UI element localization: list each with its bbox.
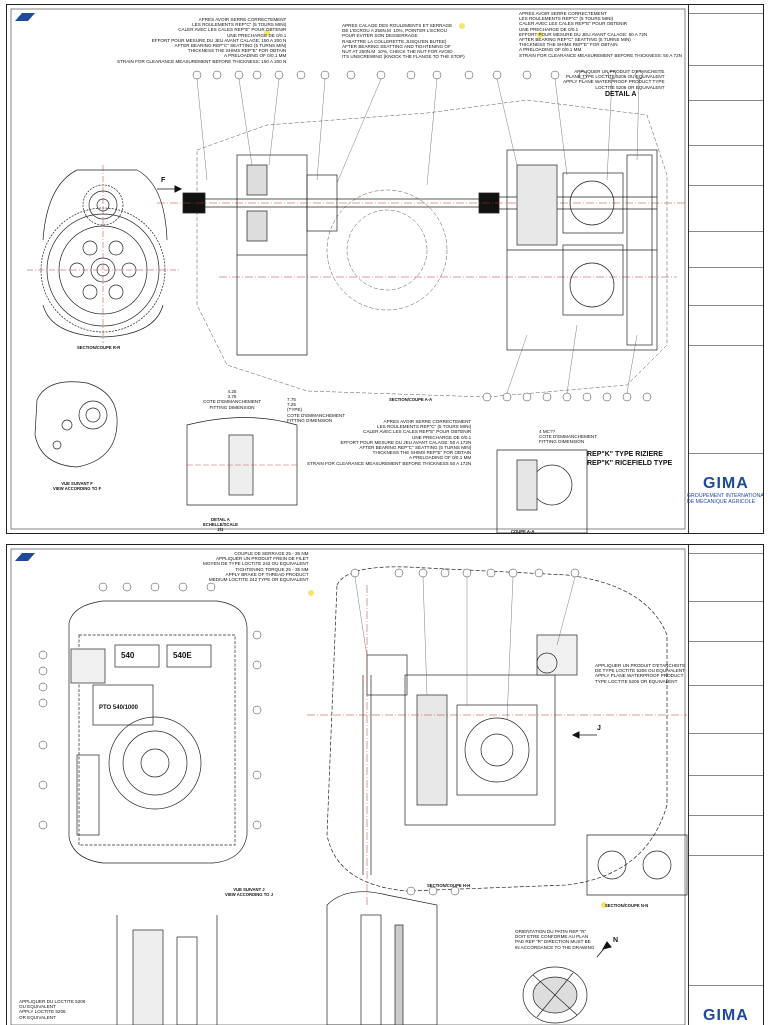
note-sealant-2: APPLIQUER UN PRODUIT D'ETANCHEITE DE TYP… — [595, 663, 686, 684]
note-bearing-top-right: APRES AVOIR SERRE CORRECTEMENT LES ROULE… — [519, 11, 682, 58]
note-torque: COUPLE DE SERRAGE 25 - 35 Nm APPLIQUER U… — [203, 551, 309, 583]
section-nn — [586, 834, 688, 896]
left-bearing-assembly — [236, 154, 338, 356]
coupe-aa-small — [496, 449, 588, 533]
title-block-sheet-2: GIMA — [688, 545, 763, 1025]
arrow-f-label: F — [161, 177, 166, 184]
section-hh — [326, 566, 668, 892]
view-f-label: VUE SUIVANT F VIEW ACCORDING TO F — [53, 481, 102, 491]
section-aa-label: SECTION/COUPE A-A — [389, 397, 433, 402]
view-j-housing — [68, 600, 248, 864]
gima-logo-2: GIMA — [703, 1007, 749, 1024]
note-sealant: APPLIQUER UN PRODUIT D'ETANCHEITE PLANE … — [563, 69, 665, 90]
gima-logo: GIMA — [703, 475, 749, 492]
company-logo-icon-2 — [15, 553, 35, 562]
bottom-center-detail — [326, 891, 438, 1025]
title-block-sheet-1: GIMA GROUPEMENT INTERNATIONAL DE MECANIQ… — [687, 5, 764, 533]
detail-a-small — [186, 417, 298, 506]
section-hh-label: SECTION/COUPE H-H — [427, 883, 471, 888]
arrow-j-marker — [571, 731, 597, 739]
note-fitting-right: 4 MC?? COTE D'EMMANCHEMENT FITTING DIMEN… — [539, 429, 598, 445]
view-j-callouts — [38, 582, 262, 830]
note-bearing-bottom: APRES AVOIR SERRE CORRECTEMENT LES ROULE… — [307, 419, 472, 466]
right-gearbox — [506, 149, 658, 351]
rep-k-ricefield-label: REP"K" RICEFIELD TYPE — [587, 460, 673, 467]
detail-a-scale-label: DETAIL A ECHELLE/SCALE 2/1 — [203, 517, 238, 532]
drawing-sheet-2: COUPLE DE SERRAGE 25 - 35 Nm APPLIQUER U… — [6, 544, 764, 1025]
arrow-n-marker — [596, 941, 612, 958]
pto-540-label: 540 — [121, 651, 135, 660]
arrow-n-label: N — [613, 937, 619, 944]
section-rr-label: SECTION/COUPE R-R — [77, 345, 121, 350]
view-f — [34, 381, 118, 468]
note-bearing-top-left: APRES AVOIR SERRE CORRECTEMENT LES ROULE… — [117, 17, 287, 64]
note-nut-tightening: APRES CALAGE DES ROULEMENTS ET SERRAGE D… — [342, 23, 465, 60]
gima-subtitle: GROUPEMENT INTERNATIONAL DE MECANIQUE AG… — [687, 493, 764, 505]
arrow-j-label: J — [597, 725, 601, 732]
pad-orientation-view — [522, 966, 588, 1024]
sheet2-drawing — [10, 548, 762, 1025]
bottom-left-detail — [116, 915, 218, 1025]
coupe-aa-label: COUPE A-A — [511, 529, 535, 534]
view-j-label: VUE SUIVANT J VIEW ACCORDING TO J — [225, 887, 273, 897]
drawing-sheet-1: APRES AVOIR SERRE CORRECTEMENT LES ROULE… — [6, 4, 764, 534]
arrow-f-marker — [157, 185, 183, 193]
detail-a-label: DETAIL A — [605, 91, 637, 98]
pto-label: PTO 540/1000 — [99, 705, 138, 711]
note-pad-orientation: ORIENTATION DU PATIN REP "R" DOIT ETRE C… — [515, 929, 595, 950]
section-hh-callouts — [350, 568, 580, 896]
section-nn-label: SECTION/COUPE N-N — [605, 903, 649, 908]
pto-540e-label: 540E — [173, 651, 192, 660]
gear-section-rr — [40, 169, 168, 338]
note-loctite-bottom: APPLIQUER DU LOCTITE 5206 OU EQUIVALENT … — [19, 999, 86, 1020]
rep-k-riziere-label: REP"K" TYPE RIZIERE — [587, 451, 663, 458]
note-fitting-left: 4.25 3.75 COTE D'EMMANCHEMENT FITTING DI… — [203, 389, 262, 410]
housing-phantom — [196, 99, 668, 398]
company-logo-icon — [15, 13, 35, 22]
